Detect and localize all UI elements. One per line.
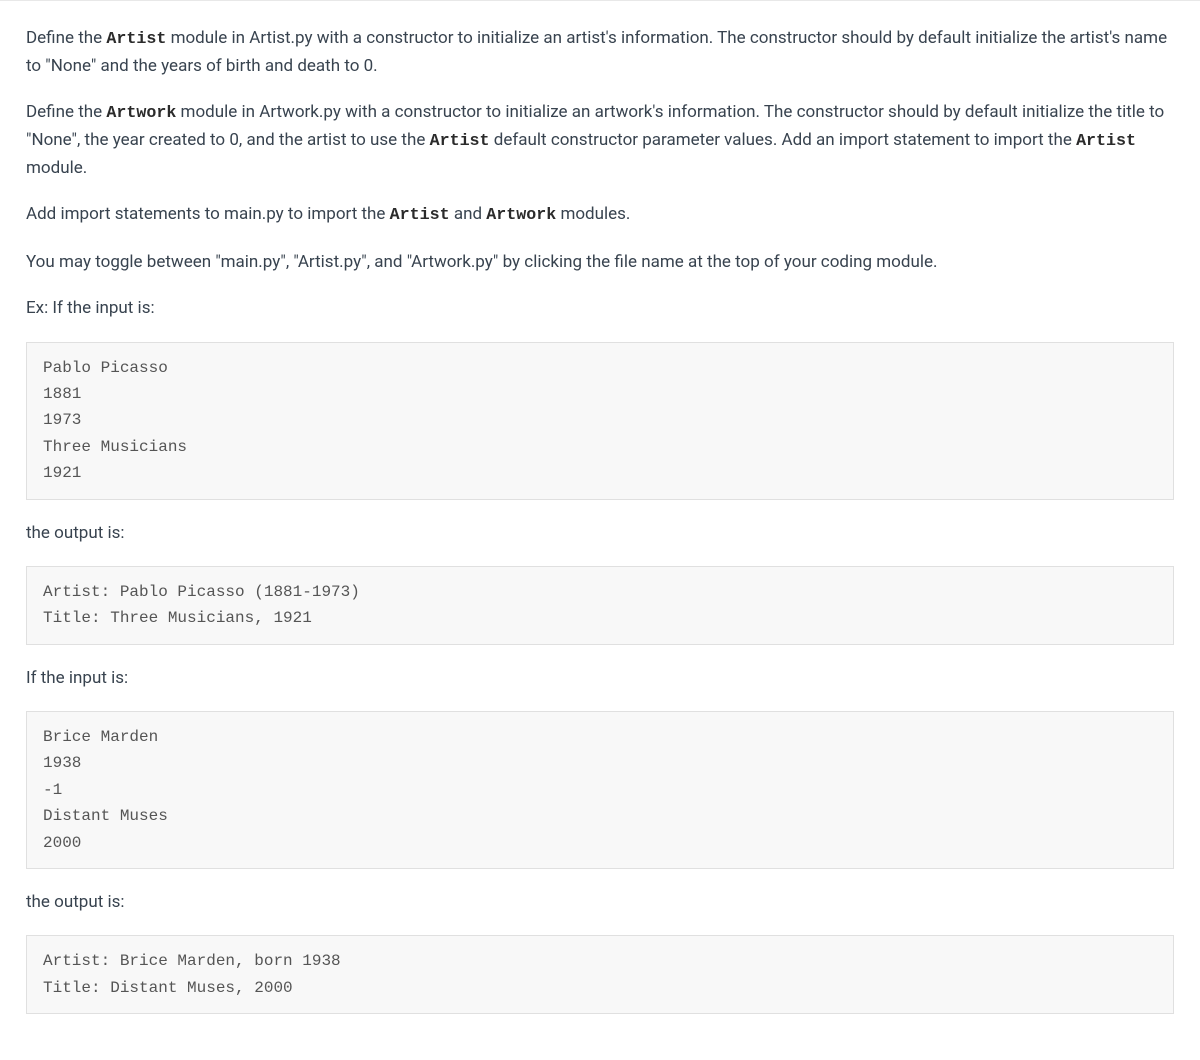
text: Define the [26,28,106,48]
code-artist: Artist [1076,132,1136,151]
text: and [450,204,487,224]
problem-description: Define the Artist module in Artist.py wi… [0,25,1200,1060]
text: the output is: [26,523,125,543]
text: module. [26,158,87,178]
text: the output is: [26,892,125,912]
code-artwork: Artwork [486,206,556,225]
paragraph-artist-module: Define the Artist module in Artist.py wi… [26,25,1174,79]
text: If the input is: [26,668,128,688]
code-block-input-1: Pablo Picasso 1881 1973 Three Musicians … [26,342,1174,500]
code-block-output-1: Artist: Pablo Picasso (1881-1973) Title:… [26,566,1174,645]
label-example-input: Ex: If the input is: [26,295,1174,321]
paragraph-import-main: Add import statements to main.py to impo… [26,201,1174,229]
paragraph-toggle-info: You may toggle between "main.py", "Artis… [26,249,1174,275]
label-input-2: If the input is: [26,665,1174,691]
text: modules. [556,204,630,224]
text: default constructor parameter values. Ad… [490,130,1077,150]
code-artist: Artist [390,206,450,225]
label-output-2: the output is: [26,889,1174,915]
code-artist: Artist [106,30,166,49]
code-artist: Artist [430,132,490,151]
text: Ex: If the input is: [26,298,155,318]
text: Define the [26,102,106,122]
paragraph-artwork-module: Define the Artwork module in Artwork.py … [26,99,1174,181]
text: module in Artist.py with a constructor t… [26,28,1167,76]
code-block-output-2: Artist: Brice Marden, born 1938 Title: D… [26,935,1174,1014]
code-artwork: Artwork [106,104,176,123]
label-output: the output is: [26,520,1174,546]
code-block-input-2: Brice Marden 1938 -1 Distant Muses 2000 [26,711,1174,869]
text: Add import statements to main.py to impo… [26,204,390,224]
top-divider [0,0,1200,1]
text: You may toggle between "main.py", "Artis… [26,252,937,272]
